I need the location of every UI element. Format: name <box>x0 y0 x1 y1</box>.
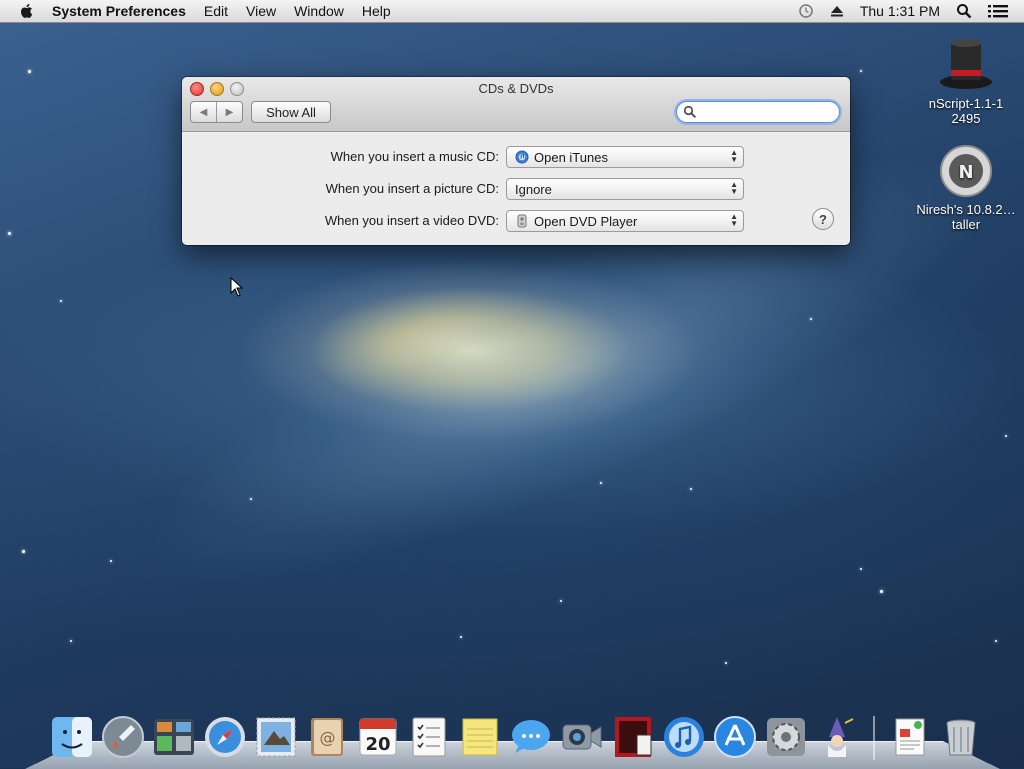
desktop-icon-niresh-installer[interactable]: N Niresh's 10.8.2…taller <box>916 144 1016 232</box>
dock-wizard-app[interactable] <box>814 714 860 760</box>
window-title: CDs & DVDs <box>478 81 554 96</box>
video-dvd-value: Open DVD Player <box>534 213 638 229</box>
dock-itunes[interactable] <box>661 714 707 760</box>
forward-button[interactable]: ▶ <box>216 102 242 122</box>
document-stack-icon <box>895 718 925 756</box>
disk-image-icon: N <box>940 145 992 197</box>
apple-icon[interactable] <box>18 2 36 20</box>
spotlight-icon[interactable] <box>956 3 972 19</box>
eject-icon[interactable] <box>830 4 844 18</box>
itunes-note-icon <box>664 717 704 757</box>
menu-view[interactable]: View <box>246 3 276 19</box>
dock-contacts[interactable]: @ <box>304 714 350 760</box>
cds-dvds-window: CDs & DVDs ◀ ▶ Show All When you insert … <box>182 77 850 245</box>
dock-mail[interactable] <box>253 714 299 760</box>
desktop-icon-label: Niresh's 10.8.2…taller <box>916 202 1016 232</box>
help-button[interactable]: ? <box>812 208 834 230</box>
music-cd-popup[interactable]: Open iTunes ▲ ▼ <box>506 146 744 168</box>
video-dvd-row: When you insert a video DVD: Open DVD Pl… <box>182 210 850 232</box>
menu-bar: System Preferences Edit View Window Help… <box>0 0 1024 23</box>
dock-facetime[interactable] <box>559 714 605 760</box>
dock-separator <box>873 716 875 760</box>
dvd-player-icon <box>517 214 527 228</box>
search-input[interactable] <box>700 104 834 120</box>
menu-edit[interactable]: Edit <box>204 3 228 19</box>
calendar-day: 20 <box>365 734 390 755</box>
forward-arrow-icon: ▶ <box>225 106 234 118</box>
back-forward-control: ◀ ▶ <box>190 101 243 123</box>
picture-cd-popup[interactable]: Ignore ▲ ▼ <box>506 178 744 200</box>
dock-messages[interactable] <box>508 714 554 760</box>
dock-system-preferences[interactable] <box>763 714 809 760</box>
contacts-book-icon: @ <box>311 718 343 756</box>
calendar-icon: 20 <box>359 718 397 756</box>
dock-photo-booth[interactable] <box>610 714 656 760</box>
dock-calendar[interactable]: 20 <box>355 714 401 760</box>
notification-center-icon[interactable] <box>988 3 1008 19</box>
music-cd-row: When you insert a music CD: Open iTunes … <box>182 146 850 168</box>
menu-window[interactable]: Window <box>294 3 344 19</box>
mouse-cursor-icon <box>230 277 244 297</box>
finder-icon <box>52 717 92 757</box>
music-cd-label: When you insert a music CD: <box>330 149 499 164</box>
safari-compass-icon <box>205 717 245 757</box>
popup-arrows-icon: ▲ ▼ <box>730 212 738 228</box>
app-store-icon <box>714 716 756 758</box>
back-arrow-icon: ◀ <box>199 106 208 118</box>
menu-help[interactable]: Help <box>362 3 391 19</box>
top-hat-icon <box>940 39 992 89</box>
show-all-button[interactable]: Show All <box>251 101 331 123</box>
trash-icon <box>946 719 976 756</box>
search-icon <box>683 105 697 119</box>
search-field[interactable] <box>676 101 840 123</box>
video-dvd-popup[interactable]: Open DVD Player ▲ ▼ <box>506 210 744 232</box>
dock-reminders[interactable] <box>406 714 452 760</box>
mission-control-icon <box>154 719 194 755</box>
picture-cd-row: When you insert a picture CD: Ignore ▲ ▼ <box>182 178 850 200</box>
itunes-icon <box>515 150 529 164</box>
dock: @ 20 <box>49 704 989 760</box>
desktop-icon-nscript[interactable]: nScript-1.1-1 2495 <box>916 34 1016 126</box>
music-cd-value: Open iTunes <box>534 149 608 165</box>
facetime-camera-icon <box>562 724 602 750</box>
picture-cd-label: When you insert a picture CD: <box>325 181 499 196</box>
system-preferences-gear-icon <box>767 718 805 756</box>
dock-safari[interactable] <box>202 714 248 760</box>
messages-bubble-icon <box>512 720 550 753</box>
window-toolbar: CDs & DVDs ◀ ▶ Show All <box>182 77 850 132</box>
svg-text:N: N <box>958 162 973 183</box>
mail-stamp-icon <box>256 717 296 757</box>
dock-notes[interactable] <box>457 714 503 760</box>
dock-mission-control[interactable] <box>151 714 197 760</box>
picture-cd-value: Ignore <box>515 181 552 197</box>
menubar-clock[interactable]: Thu 1:31 PM <box>860 3 940 19</box>
dock-launchpad[interactable] <box>100 714 146 760</box>
notes-icon <box>462 718 498 756</box>
svg-text:@: @ <box>320 728 336 747</box>
dock-app-store[interactable] <box>712 714 758 760</box>
back-button[interactable]: ◀ <box>191 102 216 122</box>
time-machine-icon[interactable] <box>798 3 814 19</box>
reminders-icon <box>412 717 446 757</box>
dock-trash[interactable] <box>938 714 984 760</box>
photo-booth-icon <box>615 717 652 757</box>
popup-arrows-icon: ▲ ▼ <box>730 148 738 164</box>
launchpad-rocket-icon <box>102 716 144 758</box>
dock-document-stack[interactable] <box>887 714 933 760</box>
desktop-icon-label: nScript-1.1-1 2495 <box>928 96 1004 126</box>
popup-arrows-icon: ▲ ▼ <box>730 180 738 196</box>
window-content: When you insert a music CD: Open iTunes … <box>182 132 850 245</box>
menu-app-name[interactable]: System Preferences <box>52 3 186 19</box>
dock-finder[interactable] <box>49 714 95 760</box>
video-dvd-label: When you insert a video DVD: <box>324 213 499 228</box>
wizard-icon <box>828 717 854 757</box>
